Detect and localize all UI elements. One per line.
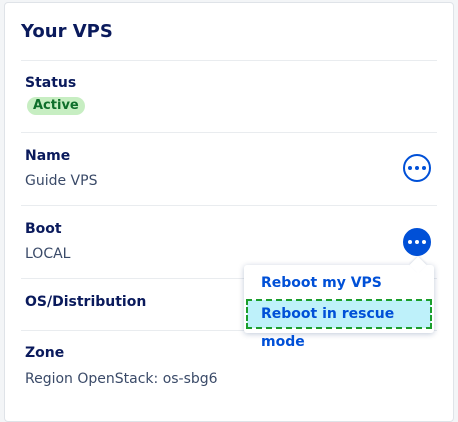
more-horizontal-icon	[408, 240, 426, 244]
reboot-rescue-mode-menu-item[interactable]: Reboot in rescue mode	[246, 299, 432, 350]
zone-section: Zone Region OpenStack: os-sbg6	[21, 330, 437, 406]
boot-value: LOCAL	[25, 246, 71, 262]
name-value: Guide VPS	[25, 173, 98, 189]
zone-value: Region OpenStack: os-sbg6	[25, 371, 218, 387]
zone-label: Zone	[25, 345, 65, 361]
status-badge: Active	[27, 97, 85, 115]
os-label: OS/Distribution	[25, 294, 147, 310]
status-label: Status	[25, 75, 77, 91]
reboot-vps-menu-item[interactable]: Reboot my VPS	[247, 269, 431, 297]
status-section: Status Active	[21, 60, 437, 133]
vps-card: Your VPS Status Active Name Guide VPS Bo…	[4, 2, 454, 422]
more-horizontal-icon	[408, 166, 426, 170]
name-section: Name Guide VPS	[21, 132, 437, 206]
boot-actions-button[interactable]	[403, 228, 431, 256]
boot-actions-menu: Reboot my VPS Reboot in rescue mode	[244, 256, 434, 350]
name-actions-button[interactable]	[403, 154, 431, 182]
card-title: Your VPS	[21, 21, 113, 42]
name-label: Name	[25, 148, 71, 164]
boot-label: Boot	[25, 221, 62, 237]
